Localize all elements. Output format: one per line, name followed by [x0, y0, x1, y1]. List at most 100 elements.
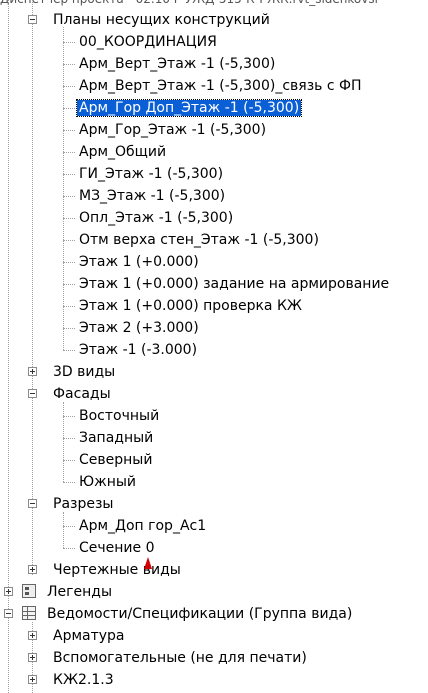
- tree-item-plan[interactable]: Этаж 1 (+0.000) проверка КЖ: [77, 296, 304, 316]
- tree-guide-plans: [63, 27, 64, 350]
- legend-icon: [22, 584, 36, 598]
- tree-connector: [63, 174, 75, 175]
- tree-item-plan[interactable]: Арм_Верт_Этаж -1 (-5,300): [77, 54, 277, 74]
- tree-item-plan[interactable]: Этаж -1 (-3.000): [77, 340, 199, 360]
- tree-node-sections[interactable]: Разрезы: [51, 494, 115, 514]
- tree-guide-elevations: [63, 402, 64, 482]
- tree-connector: [63, 482, 75, 483]
- tree-connector: [63, 108, 75, 109]
- node-label: Чертежные виды: [53, 562, 181, 578]
- tree-connector: [63, 86, 75, 87]
- item-label: Восточный: [79, 408, 160, 424]
- tree-item-plan[interactable]: Отм верха стен_Этаж -1 (-5,300): [77, 230, 321, 250]
- tree-node-legends[interactable]: Легенды: [45, 582, 114, 602]
- tree-item-plan[interactable]: Арм_Общий: [77, 142, 168, 162]
- tree-connector: [63, 130, 75, 131]
- node-label: Арматура: [53, 628, 125, 644]
- tree-guide-level1: [32, 0, 33, 575]
- tree-connector: [63, 460, 75, 461]
- expand-toggle[interactable]: [28, 367, 37, 376]
- tree-connector: [63, 196, 75, 197]
- tree-node-floor-plans[interactable]: Планы несущих конструкций: [51, 10, 272, 30]
- expand-toggle[interactable]: [4, 587, 13, 596]
- tree-item-plan[interactable]: МЗ_Этаж -1 (-5,300): [77, 186, 227, 206]
- tree-node-drafting-views[interactable]: Чертежные виды: [51, 560, 183, 580]
- expand-toggle[interactable]: [28, 653, 37, 662]
- item-label: Опл_Этаж -1 (-5,300): [79, 210, 234, 226]
- item-label: Отм верха стен_Этаж -1 (-5,300): [79, 232, 319, 248]
- red-marker-icon: [144, 557, 152, 569]
- item-label: Арм_Верт_Этаж -1 (-5,300): [79, 56, 276, 72]
- tree-item-plan-selected[interactable]: Арм_Гор Доп_Этаж -1 (-5,300): [75, 98, 303, 118]
- tree-item-plan[interactable]: Опл_Этаж -1 (-5,300): [77, 208, 235, 228]
- node-label: Планы несущих конструкций: [53, 12, 270, 28]
- item-label: Северный: [79, 452, 153, 468]
- project-browser-tree: Планы несущих конструкций 00_КООРДИНАЦИЯ…: [0, 0, 428, 693]
- node-label: Ведомости/Спецификации (Группа вида): [47, 606, 353, 622]
- tree-item-plan[interactable]: Арм_Верт_Этаж -1 (-5,300)_связь с ФП: [77, 76, 364, 96]
- tree-connector: [63, 262, 75, 263]
- tree-item-elevation[interactable]: Восточный: [77, 406, 161, 426]
- expand-toggle[interactable]: [28, 565, 37, 574]
- item-label: Этаж 1 (+0.000) проверка КЖ: [79, 298, 302, 314]
- tree-node-schedule-group[interactable]: КЖ2.1.3: [51, 670, 116, 690]
- tree-connector: [63, 438, 75, 439]
- item-label: Этаж 2 (+3.000): [79, 320, 199, 336]
- item-label: Арм_Верт_Этаж -1 (-5,300)_связь с ФП: [79, 78, 362, 94]
- tree-item-plan[interactable]: Этаж 1 (+0.000): [77, 252, 201, 272]
- item-label: Южный: [79, 474, 137, 490]
- tree-node-elevations[interactable]: Фасады: [51, 384, 113, 404]
- tree-guide-sections: [63, 512, 64, 548]
- node-label: КЖ2.1.3: [53, 672, 114, 688]
- tree-item-plan[interactable]: Этаж 1 (+0.000) задание на армирование: [77, 274, 391, 294]
- expand-toggle[interactable]: [28, 631, 37, 640]
- tree-node-schedule-group[interactable]: Вспомогательные (не для печати): [51, 648, 309, 668]
- collapse-toggle[interactable]: [28, 15, 37, 24]
- item-label: Этаж 1 (+0.000) задание на армирование: [79, 276, 390, 292]
- item-label: Этаж -1 (-3.000): [79, 342, 198, 358]
- tree-connector: [63, 64, 75, 65]
- tree-item-section[interactable]: Сечение 0: [77, 538, 157, 558]
- item-label: ГИ_Этаж -1 (-5,300): [79, 166, 224, 182]
- tree-connector: [63, 350, 75, 351]
- tree-item-plan[interactable]: Арм_Гор_Этаж -1 (-5,300): [77, 120, 268, 140]
- tree-connector: [63, 548, 75, 549]
- item-label: Арм_Общий: [79, 144, 167, 160]
- item-label: Этаж 1 (+0.000): [79, 254, 199, 270]
- tree-node-schedules[interactable]: Ведомости/Спецификации (Группа вида): [45, 604, 354, 624]
- tree-item-elevation[interactable]: Западный: [77, 428, 155, 448]
- item-label: Сечение 0: [79, 540, 155, 556]
- tree-connector: [63, 152, 75, 153]
- collapse-toggle[interactable]: [4, 609, 13, 618]
- item-label: Арм_Гор Доп_Этаж -1 (-5,300): [75, 99, 303, 117]
- tree-node-3d-views[interactable]: 3D виды: [51, 362, 117, 382]
- tree-connector: [63, 526, 75, 527]
- node-label: 3D виды: [53, 364, 116, 380]
- tree-item-elevation[interactable]: Северный: [77, 450, 154, 470]
- schedule-icon: [22, 606, 36, 620]
- tree-connector: [63, 306, 75, 307]
- item-label: Арм_Гор_Этаж -1 (-5,300): [79, 122, 267, 138]
- node-label: Фасады: [53, 386, 111, 402]
- tree-connector: [63, 284, 75, 285]
- tree-connector: [63, 328, 75, 329]
- item-label: Западный: [79, 430, 154, 446]
- item-label: 00_КООРДИНАЦИЯ: [79, 34, 217, 50]
- tree-item-plan[interactable]: Этаж 2 (+3.000): [77, 318, 201, 338]
- tree-item-section[interactable]: Арм_Доп гор_Ас1: [77, 516, 208, 536]
- tree-item-plan[interactable]: 00_КООРДИНАЦИЯ: [77, 32, 219, 52]
- tree-connector: [63, 240, 75, 241]
- node-label: Легенды: [47, 584, 112, 600]
- expand-toggle[interactable]: [28, 675, 37, 684]
- collapse-toggle[interactable]: [28, 499, 37, 508]
- tree-item-elevation[interactable]: Южный: [77, 472, 138, 492]
- tree-connector: [63, 218, 75, 219]
- tree-node-schedule-group[interactable]: Арматура: [51, 626, 127, 646]
- item-label: Арм_Доп гор_Ас1: [79, 518, 207, 534]
- tree-connector: [63, 416, 75, 417]
- item-label: МЗ_Этаж -1 (-5,300): [79, 188, 226, 204]
- tree-connector: [63, 42, 75, 43]
- tree-item-plan[interactable]: ГИ_Этаж -1 (-5,300): [77, 164, 225, 184]
- collapse-toggle[interactable]: [28, 389, 37, 398]
- node-label: Разрезы: [53, 496, 114, 512]
